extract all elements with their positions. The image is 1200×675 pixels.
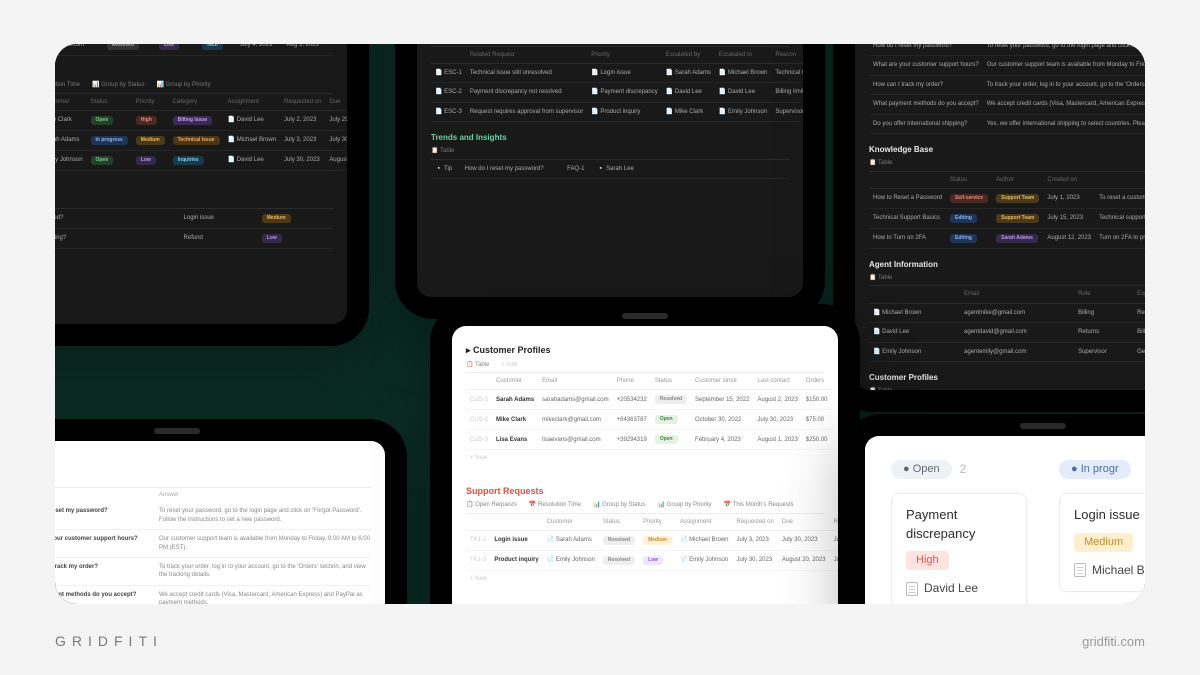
kanban-card[interactable]: Payment discrepancy High David Lee [891, 493, 1027, 604]
priority-tag: High [906, 551, 949, 570]
tablet-top-right: FAQs 📋 Table QuestionAnswer How do I res… [833, 44, 1145, 412]
faq-item[interactable]: FAQ-4What payment methods do you accept?… [55, 586, 371, 604]
section-trends: Trends and Insights [431, 132, 789, 143]
status-pill-inprogress[interactable]: ● In progr [1059, 460, 1131, 479]
faq-item[interactable]: FAQ-1How do I reset my password?To reset… [55, 502, 371, 530]
tablet-camera [622, 313, 668, 319]
card-title: Payment discrepancy [906, 506, 1012, 542]
priority-tag: Medium [1074, 533, 1133, 552]
section-kb: Knowledge Base [869, 144, 1145, 155]
table-row[interactable]: CUS-3Lisa Evanslisaevans@gmail.com+39294… [466, 430, 832, 450]
section-support-requests: Support Requests [466, 485, 824, 498]
document-icon [906, 582, 918, 596]
section-escalations: Escalations [55, 181, 333, 192]
table-row[interactable]: CUS-2Mike Clarkmikeclark@gmail.com+84363… [466, 410, 832, 430]
tablet-camera [1020, 423, 1066, 429]
card-title: Login issue [1074, 506, 1145, 524]
view-tabs[interactable]: 📋 Open Requests 📅 Resolution Time 📊 Grou… [55, 81, 333, 93]
customers-table: CustomerEmailPhoneStatusCustomer sinceLa… [466, 373, 832, 450]
tickets-grid: CustomerStatusPriorityCategoryAssignment… [55, 94, 347, 171]
faq-item[interactable]: FAQ-2What are your customer support hour… [55, 530, 371, 558]
tablet-bottom-left: ▸ FAQs 📋 Table QuestionAnswer FAQ-1How d… [55, 419, 407, 604]
tablet-bottom-right: ● Open 2 Payment discrepancy High David … [843, 414, 1145, 604]
kanban-column-open: ● Open 2 Payment discrepancy High David … [891, 460, 1027, 604]
view-tabs[interactable]: 📋 Open Requests 📅 Resolution Time 📊 Grou… [466, 501, 824, 513]
tablet-camera [154, 428, 200, 434]
tablet-top-left: 📄Sarah Smithsmithsmith@gmail.com OpenHig… [55, 44, 369, 346]
table-row[interactable]: CUS-1Sarah Adamssarahadams@gmail.com+205… [466, 390, 832, 410]
kanban-column-inprogress: ● In progr Login issue Medium Michael B … [1059, 460, 1145, 604]
brand-url: gridfiti.com [1082, 634, 1145, 649]
tablet-top-center: 📄 TK1-1Payment discrepancy📄 Mike ClarkOp… [395, 44, 825, 319]
card-assignee: David Lee [906, 580, 1012, 597]
table-row[interactable]: TK1-3Product inquiry📄 Emily JohnsonResol… [466, 551, 838, 571]
table-row[interactable]: TK1-1Login issue📄 Sarah AdamsResolvedMed… [466, 531, 838, 551]
document-icon [1074, 563, 1086, 577]
view-tabs[interactable]: 📋 Table+ Add [466, 361, 824, 373]
section-customers: Customer Profiles [869, 372, 1145, 383]
status-pill-open[interactable]: ● Open [891, 460, 952, 479]
showcase-canvas: 📄Sarah Smithsmithsmith@gmail.com OpenHig… [55, 44, 1145, 604]
card-assignee: Michael B [1074, 562, 1145, 579]
section-support-requests: Support Requests [55, 66, 333, 77]
tablet-bottom-center: ▸ Customer Profiles 📋 Table+ Add Custome… [430, 304, 860, 604]
tickets-table: 📄Sarah Smithsmithsmith@gmail.com OpenHig… [55, 44, 333, 56]
faq-item[interactable]: FAQ-3How can I track my order?To track y… [55, 558, 371, 586]
column-count: 2 [960, 461, 967, 478]
brand-mark: GRIDFITI [55, 633, 163, 649]
kanban-card[interactable]: Login issue Medium Michael B [1059, 493, 1145, 591]
section-agents: Agent Information [869, 259, 1145, 270]
tickets-table: CustomerStatusPriorityAssignmentRequeste… [466, 514, 838, 571]
